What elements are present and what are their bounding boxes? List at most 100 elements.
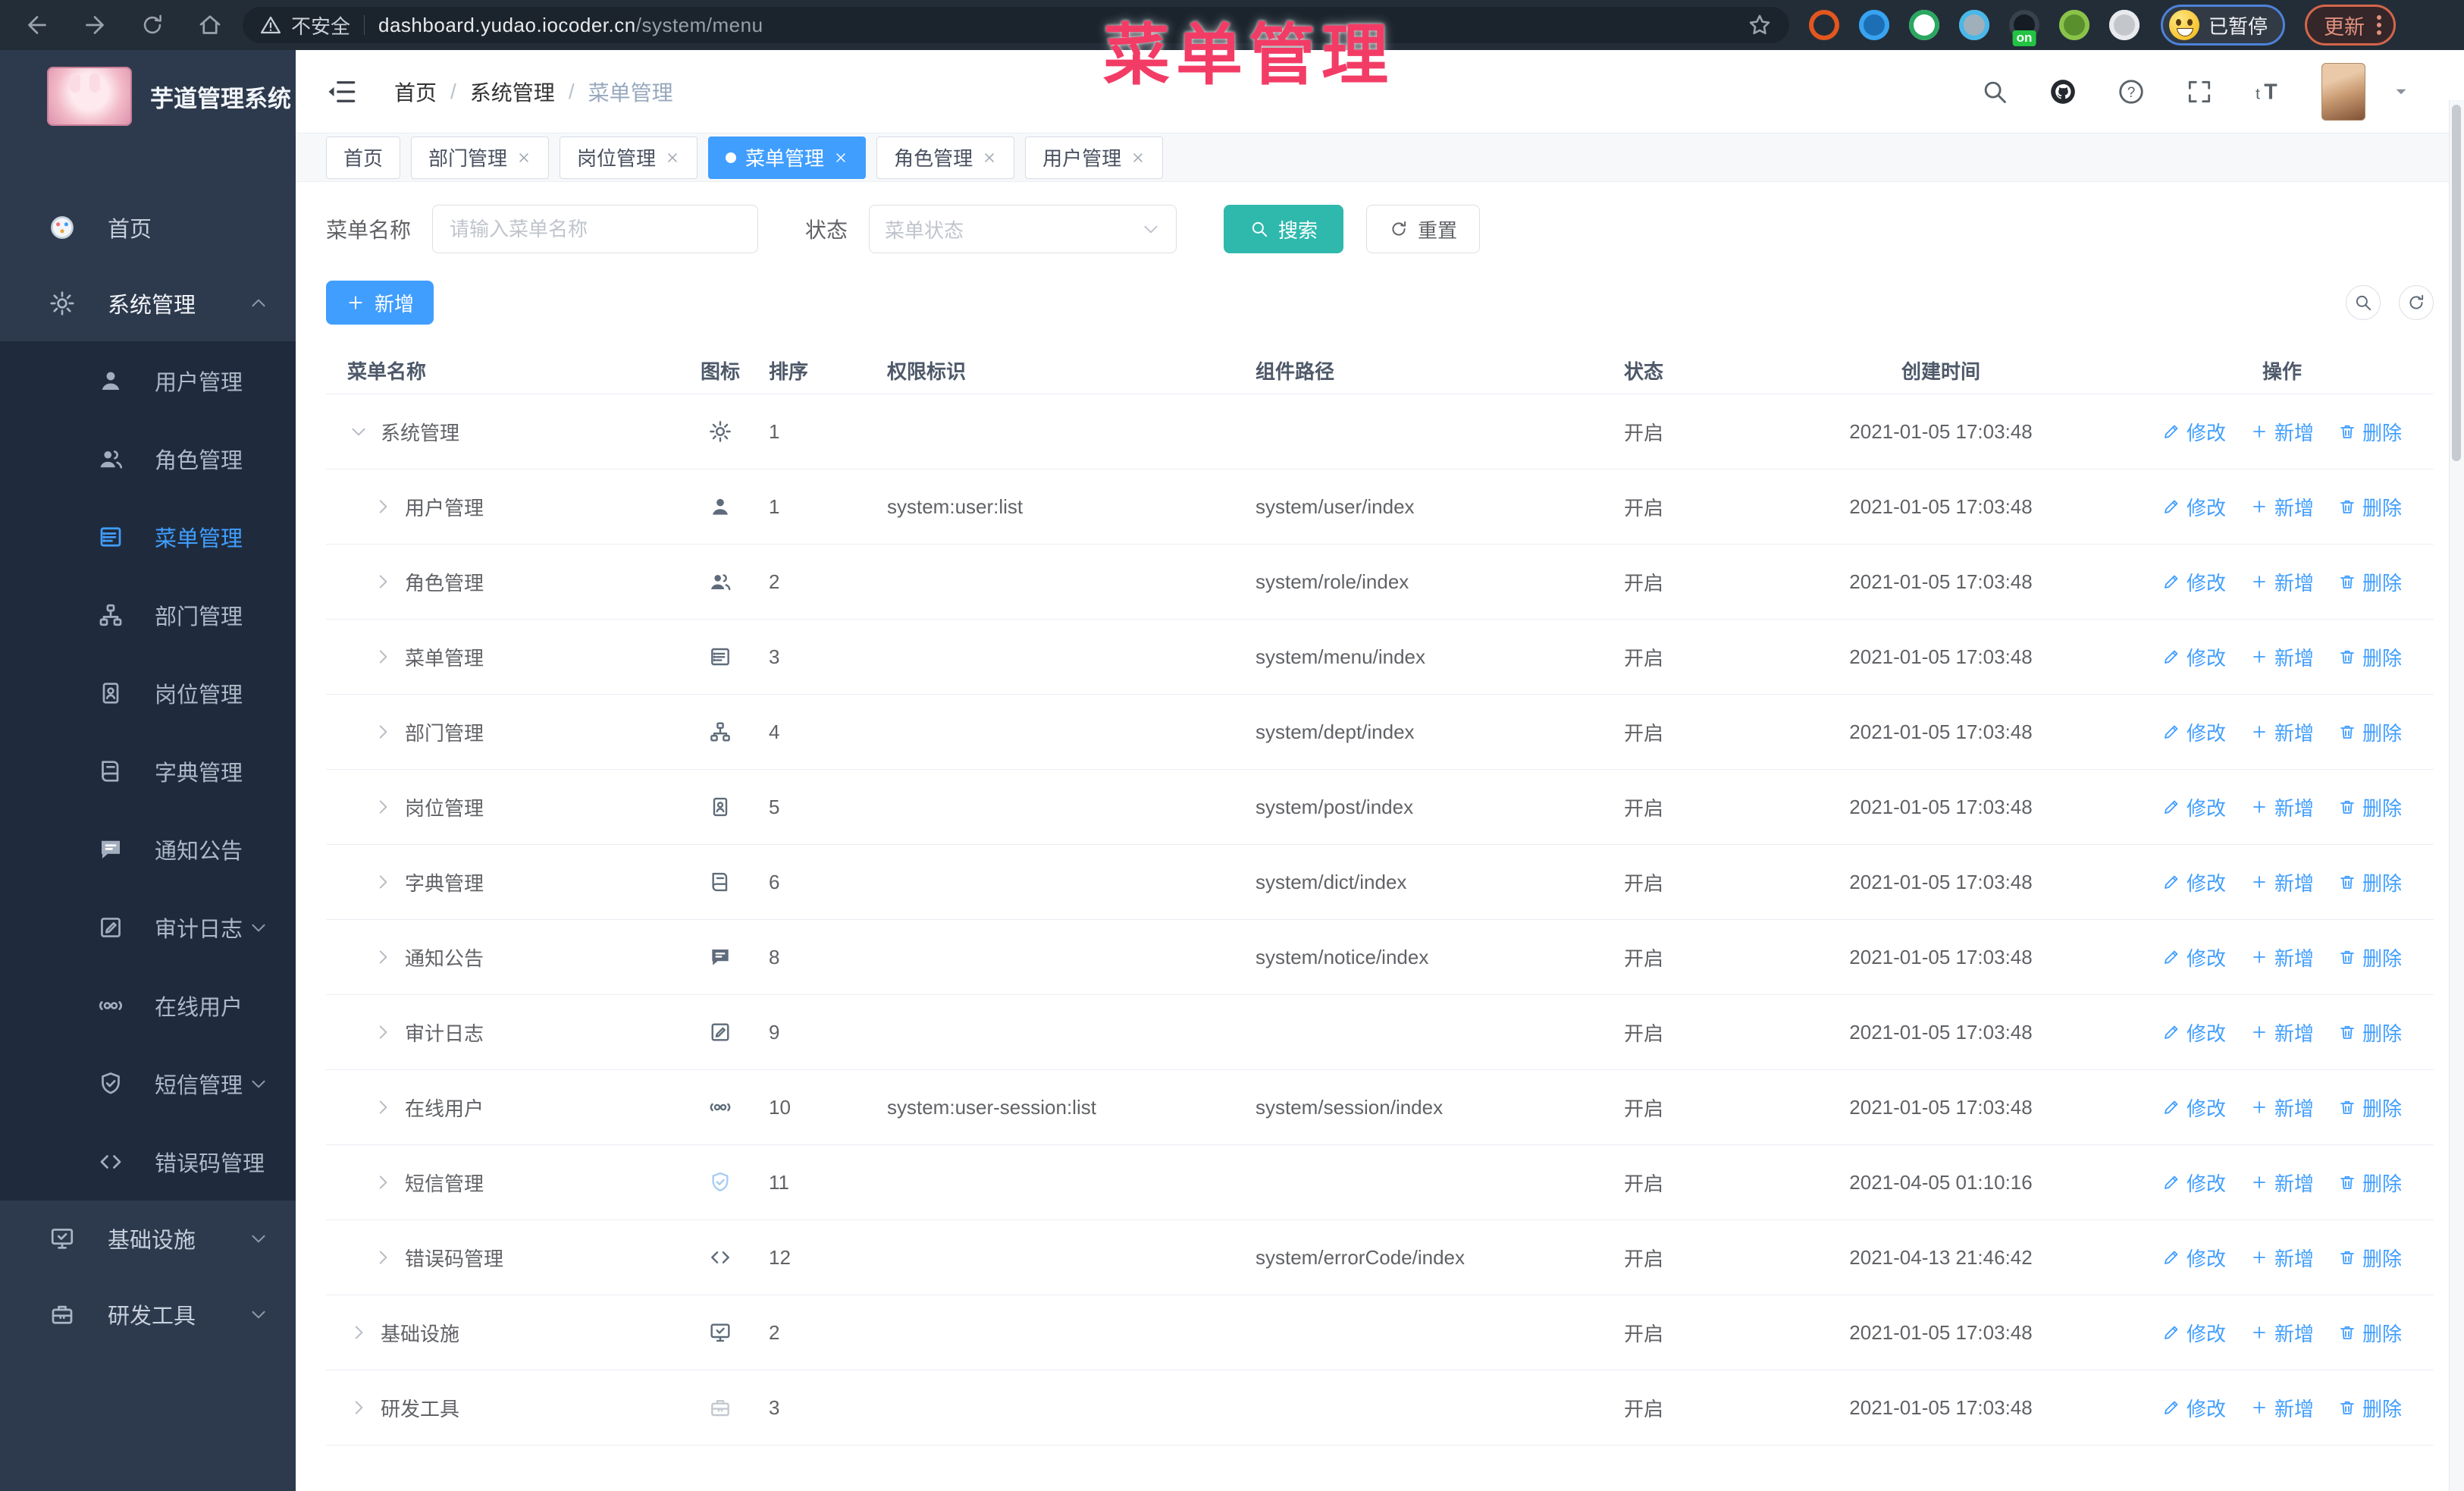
chevron-right-icon[interactable] [349, 1398, 368, 1417]
tab-首页[interactable]: 首页 [326, 136, 401, 179]
user-menu-caret-icon[interactable] [2391, 82, 2411, 102]
sidebar-collapse-icon[interactable] [326, 77, 359, 107]
profile-paused-pill[interactable]: 已暂停 [2161, 5, 2286, 46]
fullscreen-icon[interactable] [2185, 77, 2214, 106]
delete-action[interactable]: 删除 [2338, 943, 2402, 972]
page-scrollbar[interactable] [2449, 100, 2464, 1491]
sidebar-logo[interactable]: 芋道管理系统 [0, 50, 296, 143]
add-action[interactable]: 新增 [2250, 1244, 2314, 1272]
delete-action[interactable]: 删除 [2338, 568, 2402, 596]
sidebar-item-错误码管理[interactable]: 错误码管理 [0, 1122, 296, 1201]
menu-name-input[interactable] [432, 205, 759, 253]
chevron-right-icon[interactable] [373, 572, 393, 592]
add-button[interactable]: 新增 [326, 281, 434, 325]
forward-icon[interactable] [77, 8, 112, 42]
edit-action[interactable]: 修改 [2162, 718, 2226, 746]
sidebar-item-系统管理[interactable]: 系统管理 [0, 265, 296, 341]
sidebar-item-短信管理[interactable]: 短信管理 [0, 1044, 296, 1122]
ext-orange-ring-icon[interactable] [1809, 10, 1839, 40]
sidebar-item-首页[interactable]: 首页 [0, 190, 296, 265]
edit-action[interactable]: 修改 [2162, 868, 2226, 896]
toggle-search-button[interactable] [2346, 285, 2381, 320]
add-action[interactable]: 新增 [2250, 568, 2314, 596]
tab-菜单管理[interactable]: 菜单管理 [708, 136, 867, 179]
add-action[interactable]: 新增 [2250, 718, 2314, 746]
delete-action[interactable]: 删除 [2338, 1169, 2402, 1197]
edit-action[interactable]: 修改 [2162, 1094, 2226, 1122]
refresh-table-button[interactable] [2399, 285, 2434, 320]
delete-action[interactable]: 删除 [2338, 643, 2402, 671]
ext-green-check-icon[interactable] [1909, 10, 1939, 40]
close-icon[interactable] [665, 150, 680, 165]
edit-action[interactable]: 修改 [2162, 943, 2226, 972]
tab-用户管理[interactable]: 用户管理 [1025, 136, 1164, 179]
search-icon[interactable] [1980, 77, 2009, 106]
sidebar-item-菜单管理[interactable]: 菜单管理 [0, 498, 296, 576]
sidebar-item-基础设施[interactable]: 基础设施 [0, 1201, 296, 1276]
delete-action[interactable]: 删除 [2338, 1019, 2402, 1047]
breadcrumb-item[interactable]: 系统管理 [470, 77, 555, 107]
close-icon[interactable] [982, 150, 997, 165]
sidebar-item-通知公告[interactable]: 通知公告 [0, 810, 296, 888]
add-action[interactable]: 新增 [2250, 943, 2314, 972]
delete-action[interactable]: 删除 [2338, 1244, 2402, 1272]
add-action[interactable]: 新增 [2250, 868, 2314, 896]
add-action[interactable]: 新增 [2250, 1319, 2314, 1347]
close-icon[interactable] [516, 150, 531, 165]
edit-action[interactable]: 修改 [2162, 1244, 2226, 1272]
edit-action[interactable]: 修改 [2162, 418, 2226, 446]
update-button[interactable]: 更新 [2305, 5, 2397, 46]
font-size-icon[interactable] [2253, 77, 2282, 106]
chevron-right-icon[interactable] [373, 1022, 393, 1042]
tab-岗位管理[interactable]: 岗位管理 [560, 136, 698, 179]
github-icon[interactable] [2049, 77, 2077, 106]
edit-action[interactable]: 修改 [2162, 793, 2226, 821]
delete-action[interactable]: 删除 [2338, 718, 2402, 746]
sidebar-item-研发工具[interactable]: 研发工具 [0, 1276, 296, 1352]
add-action[interactable]: 新增 [2250, 793, 2314, 821]
close-icon[interactable] [1130, 150, 1146, 165]
chevron-right-icon[interactable] [373, 1248, 393, 1267]
ext-blue-blocks-icon[interactable] [1959, 10, 1989, 40]
chevron-right-icon[interactable] [373, 647, 393, 667]
edit-action[interactable]: 修改 [2162, 568, 2226, 596]
home-icon[interactable] [193, 8, 227, 42]
address-bar[interactable]: 不安全 dashboard.yudao.iocoder.cn/system/me… [243, 7, 1789, 43]
scrollbar-thumb[interactable] [2452, 105, 2461, 461]
search-button[interactable]: 搜索 [1224, 205, 1344, 253]
add-action[interactable]: 新增 [2250, 643, 2314, 671]
chevron-right-icon[interactable] [373, 1172, 393, 1192]
add-action[interactable]: 新增 [2250, 418, 2314, 446]
ext-blue-gem-icon[interactable] [1859, 10, 1889, 40]
add-action[interactable]: 新增 [2250, 1169, 2314, 1197]
edit-action[interactable]: 修改 [2162, 493, 2226, 521]
chevron-right-icon[interactable] [373, 797, 393, 817]
chevron-right-icon[interactable] [349, 1323, 368, 1342]
sidebar-item-字典管理[interactable]: 字典管理 [0, 732, 296, 810]
sidebar-item-角色管理[interactable]: 角色管理 [0, 419, 296, 498]
sidebar-item-在线用户[interactable]: 在线用户 [0, 966, 296, 1044]
delete-action[interactable]: 删除 [2338, 418, 2402, 446]
chevron-right-icon[interactable] [373, 497, 393, 516]
user-avatar[interactable] [2321, 62, 2365, 121]
help-icon[interactable] [2117, 77, 2146, 106]
chevron-right-icon[interactable] [373, 722, 393, 742]
edit-action[interactable]: 修改 [2162, 1019, 2226, 1047]
delete-action[interactable]: 删除 [2338, 1319, 2402, 1347]
back-icon[interactable] [20, 8, 55, 42]
delete-action[interactable]: 删除 [2338, 793, 2402, 821]
sidebar-item-审计日志[interactable]: 审计日志 [0, 888, 296, 966]
ext-puzzle-icon[interactable] [2109, 10, 2140, 40]
edit-action[interactable]: 修改 [2162, 1394, 2226, 1422]
add-action[interactable]: 新增 [2250, 1394, 2314, 1422]
edit-action[interactable]: 修改 [2162, 1169, 2226, 1197]
ext-stack-on-icon[interactable]: on [2009, 10, 2039, 46]
delete-action[interactable]: 删除 [2338, 1394, 2402, 1422]
chevron-down-icon[interactable] [349, 422, 368, 441]
chevron-right-icon[interactable] [373, 872, 393, 892]
add-action[interactable]: 新增 [2250, 1019, 2314, 1047]
delete-action[interactable]: 删除 [2338, 493, 2402, 521]
browser-menu-icon[interactable] [2377, 15, 2382, 35]
status-select[interactable]: 菜单状态 [869, 205, 1177, 253]
delete-action[interactable]: 删除 [2338, 1094, 2402, 1122]
